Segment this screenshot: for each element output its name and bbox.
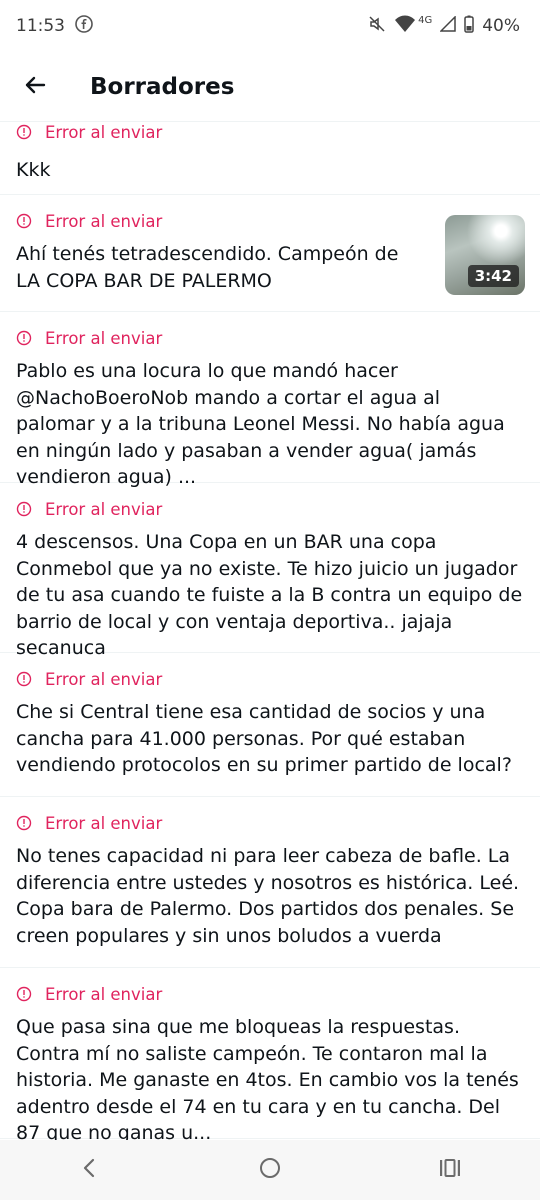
draft-text: Que pasa sina que me bloqueas la respues… <box>16 1016 519 1140</box>
arrow-left-icon <box>23 73 47 101</box>
recents-nav-icon <box>438 1157 462 1183</box>
draft-item[interactable]: Error al enviar Pablo es una locura lo q… <box>0 312 540 488</box>
error-icon <box>16 124 32 140</box>
draft-text: Kkk <box>16 159 51 181</box>
error-row: Error al enviar <box>16 811 524 835</box>
error-label: Error al enviar <box>45 211 163 231</box>
recents-nav-button[interactable] <box>420 1140 480 1200</box>
error-icon <box>16 213 32 229</box>
video-thumbnail[interactable]: 3:42 <box>445 215 525 295</box>
error-row: Error al enviar <box>16 667 524 691</box>
facebook-icon <box>75 14 93 38</box>
system-nav-bar <box>0 1140 540 1200</box>
network-label: 4G <box>418 14 433 26</box>
error-row: Error al enviar <box>16 326 524 350</box>
home-nav-icon <box>258 1156 282 1184</box>
error-row: Error al enviar <box>16 122 524 144</box>
home-nav-button[interactable] <box>240 1140 300 1200</box>
draft-item[interactable]: Error al enviar Que pasa sina que me blo… <box>0 968 540 1140</box>
error-icon <box>16 330 32 346</box>
error-icon <box>16 501 32 517</box>
error-label: Error al enviar <box>45 499 163 519</box>
error-label: Error al enviar <box>45 984 163 1004</box>
draft-item[interactable]: Error al enviar No tenes capacidad ni pa… <box>0 797 540 968</box>
draft-item[interactable]: Error al enviar Ahí tenés tetradescendid… <box>0 195 540 312</box>
signal-icon <box>439 14 456 37</box>
error-label: Error al enviar <box>45 122 163 142</box>
back-nav-button[interactable] <box>60 1140 120 1200</box>
error-label: Error al enviar <box>45 813 163 833</box>
page-title: Borradores <box>90 73 235 100</box>
error-row: Error al enviar <box>16 982 524 1006</box>
mute-icon <box>368 15 386 38</box>
video-duration: 3:42 <box>467 265 519 287</box>
back-nav-icon <box>80 1157 100 1183</box>
error-icon <box>16 815 32 831</box>
drafts-list: Error al enviar Kkk Error al enviar Ahí … <box>0 122 540 1140</box>
back-button[interactable] <box>0 52 70 122</box>
error-row: Error al enviar <box>16 497 524 521</box>
error-label: Error al enviar <box>45 669 163 689</box>
app-bar: Borradores <box>0 52 540 122</box>
draft-item[interactable]: Error al enviar Kkk <box>0 122 540 195</box>
status-bar: 11:53 4G 40% <box>0 0 540 52</box>
draft-text: Ahí tenés tetradescendido. Campeón de LA… <box>16 243 399 292</box>
error-icon <box>16 986 32 1002</box>
battery-icon <box>464 15 474 38</box>
draft-text: Che si Central tiene esa cantidad de soc… <box>16 701 512 776</box>
status-time: 11:53 <box>16 16 65 36</box>
draft-text: Pablo es una locura lo que mandó hacer @… <box>16 360 505 488</box>
battery-percent: 40% <box>482 16 520 36</box>
draft-item[interactable]: Error al enviar 4 descensos. Una Copa en… <box>0 483 540 659</box>
draft-text: No tenes capacidad ni para leer cabeza d… <box>16 845 520 947</box>
draft-item[interactable]: Error al enviar Che si Central tiene esa… <box>0 653 540 797</box>
wifi-icon <box>394 15 416 38</box>
error-icon <box>16 671 32 687</box>
draft-text: 4 descensos. Una Copa en un BAR una copa… <box>16 531 523 659</box>
error-label: Error al enviar <box>45 328 163 348</box>
